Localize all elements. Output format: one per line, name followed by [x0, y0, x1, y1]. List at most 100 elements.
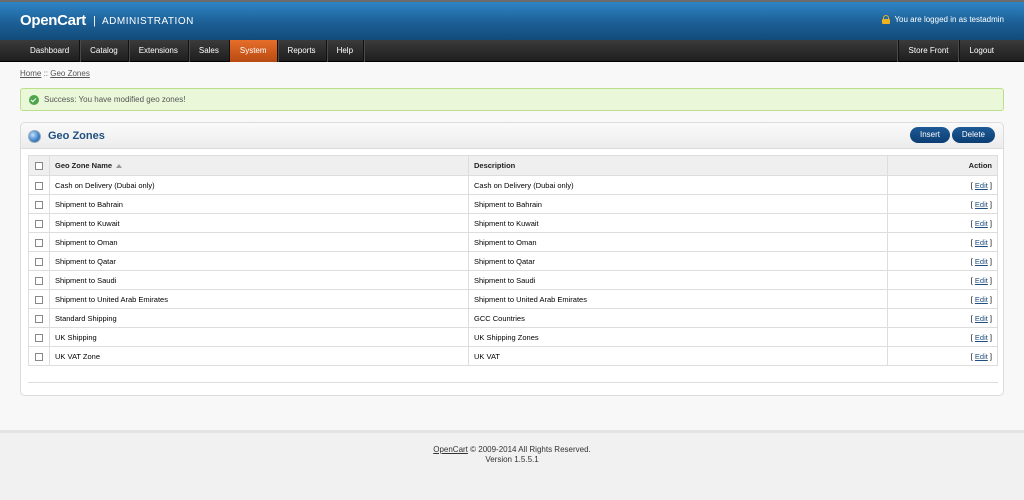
- row-checkbox[interactable]: [35, 219, 43, 228]
- success-text: Success: You have modified geo zones!: [44, 95, 186, 104]
- geo-zone-name: UK Shipping: [49, 327, 469, 347]
- menu-logout[interactable]: Logout: [958, 40, 1004, 62]
- column-header-action: Action: [887, 155, 998, 176]
- action-cell: [ Edit ]: [887, 289, 998, 309]
- action-cell: [ Edit ]: [887, 308, 998, 328]
- column-header-name-label: Geo Zone Name: [55, 161, 113, 170]
- menu-sales[interactable]: Sales: [189, 40, 230, 62]
- table-row: Shipment to Qatar Shipment to Qatar[ Edit…: [28, 251, 998, 271]
- admin-label: ADMINISTRATION: [102, 16, 194, 27]
- edit-link[interactable]: Edit: [975, 352, 988, 361]
- geo-zones-box: Geo Zones Insert Delete Geo Zone Name De…: [20, 122, 1004, 396]
- column-header-description[interactable]: Description: [468, 155, 888, 176]
- breadcrumb-home[interactable]: Home: [20, 69, 41, 78]
- lock-icon: [882, 15, 891, 24]
- logo[interactable]: OpenCart: [20, 12, 86, 29]
- login-status-text: You are logged in as testadmin: [894, 15, 1004, 24]
- insert-button[interactable]: Insert: [909, 127, 950, 143]
- table-row: Shipment to Saudi Shipment to Saudi[ Edit…: [28, 270, 998, 290]
- geo-zone-name: Standard Shipping: [49, 308, 469, 328]
- geo-zone-description: Shipment to Qatar: [468, 251, 888, 271]
- menu-right: Store Front Logout: [897, 40, 1004, 62]
- pagination-divider: [28, 382, 998, 383]
- menu-catalog[interactable]: Catalog: [80, 40, 129, 62]
- menu-system[interactable]: System: [229, 40, 278, 62]
- row-select-cell: [28, 327, 50, 347]
- action-cell: [ Edit ]: [887, 346, 998, 366]
- edit-link[interactable]: Edit: [975, 276, 988, 285]
- geo-zone-description: UK VAT: [468, 346, 888, 366]
- login-status: You are logged in as testadmin: [882, 15, 1004, 24]
- select-all-checkbox[interactable]: [35, 162, 43, 170]
- table-row: UK Shipping UK Shipping Zones[ Edit ]: [28, 327, 998, 347]
- footer: OpenCart © 2009-2014 All Rights Reserved…: [0, 433, 1024, 500]
- row-select-cell: [28, 175, 50, 195]
- row-select-cell: [28, 251, 50, 271]
- row-select-cell: [28, 289, 50, 309]
- row-checkbox[interactable]: [35, 257, 43, 266]
- menu-dashboard[interactable]: Dashboard: [20, 40, 81, 62]
- top-header: OpenCart | ADMINISTRATION You are logged…: [0, 0, 1024, 40]
- row-checkbox[interactable]: [35, 200, 43, 209]
- edit-link[interactable]: Edit: [975, 200, 988, 209]
- action-cell: [ Edit ]: [887, 194, 998, 214]
- action-cell: [ Edit ]: [887, 232, 998, 252]
- row-select-cell: [28, 346, 50, 366]
- row-checkbox[interactable]: [35, 295, 43, 304]
- table-header-row: Geo Zone Name Description Action: [28, 155, 998, 176]
- geo-zone-name: Shipment to Bahrain: [49, 194, 469, 214]
- box-heading: Geo Zones Insert Delete: [21, 123, 1003, 149]
- breadcrumb-geo-zones[interactable]: Geo Zones: [50, 69, 90, 78]
- row-select-cell: [28, 194, 50, 214]
- geo-zone-name: Shipment to Oman: [49, 232, 469, 252]
- row-select-cell: [28, 213, 50, 233]
- delete-button[interactable]: Delete: [951, 127, 995, 143]
- footer-opencart-link[interactable]: OpenCart: [433, 445, 468, 454]
- edit-link[interactable]: Edit: [975, 181, 988, 190]
- edit-link[interactable]: Edit: [975, 238, 988, 247]
- edit-link[interactable]: Edit: [975, 295, 988, 304]
- row-checkbox[interactable]: [35, 352, 43, 361]
- row-select-cell: [28, 270, 50, 290]
- action-cell: [ Edit ]: [887, 175, 998, 195]
- breadcrumb-separator: ::: [41, 69, 51, 78]
- geo-zone-name: Shipment to Kuwait: [49, 213, 469, 233]
- edit-link[interactable]: Edit: [975, 219, 988, 228]
- sort-asc-icon: [116, 164, 123, 169]
- menu-reports[interactable]: Reports: [278, 40, 327, 62]
- action-cell: [ Edit ]: [887, 327, 998, 347]
- row-checkbox[interactable]: [35, 314, 43, 323]
- row-checkbox[interactable]: [35, 333, 43, 342]
- table-row: UK VAT Zone UK VAT[ Edit ]: [28, 346, 998, 366]
- geo-zone-description: UK Shipping Zones: [468, 327, 888, 347]
- select-all-cell: [28, 155, 50, 176]
- menu-store-front[interactable]: Store Front: [897, 40, 959, 62]
- main-menu: Dashboard Catalog Extensions Sales Syste…: [0, 40, 1024, 62]
- footer-copyright-text: © 2009-2014 All Rights Reserved.: [467, 445, 591, 454]
- menu-extensions[interactable]: Extensions: [129, 40, 189, 62]
- globe-icon: [28, 130, 41, 143]
- breadcrumb: Home :: Geo Zones: [20, 69, 90, 78]
- geo-zone-name: Cash on Delivery (Dubai only): [49, 175, 469, 195]
- action-cell: [ Edit ]: [887, 270, 998, 290]
- row-checkbox[interactable]: [35, 181, 43, 190]
- check-icon: [29, 94, 39, 105]
- geo-zones-table: Geo Zone Name Description Action Cash on…: [28, 155, 998, 366]
- action-cell: [ Edit ]: [887, 213, 998, 233]
- row-checkbox[interactable]: [35, 276, 43, 285]
- menu-help[interactable]: Help: [327, 40, 365, 62]
- column-header-name[interactable]: Geo Zone Name: [49, 155, 469, 176]
- edit-link[interactable]: Edit: [975, 314, 988, 323]
- menu-left: Dashboard Catalog Extensions Sales Syste…: [20, 40, 365, 62]
- footer-version: Version 1.5.5.1: [485, 455, 539, 464]
- table-row: Standard Shipping GCC Countries[ Edit ]: [28, 308, 998, 328]
- table-row: Shipment to United Arab Emirates Shipment…: [28, 289, 998, 309]
- edit-link[interactable]: Edit: [975, 257, 988, 266]
- page-title: Geo Zones: [48, 130, 105, 142]
- table-row: Shipment to Kuwait Shipment to Kuwait[ Ed…: [28, 213, 998, 233]
- table-row: Shipment to Bahrain Shipment to Bahrain[ …: [28, 194, 998, 214]
- action-cell: [ Edit ]: [887, 251, 998, 271]
- edit-link[interactable]: Edit: [975, 333, 988, 342]
- row-checkbox[interactable]: [35, 238, 43, 247]
- geo-zone-name: Shipment to United Arab Emirates: [49, 289, 469, 309]
